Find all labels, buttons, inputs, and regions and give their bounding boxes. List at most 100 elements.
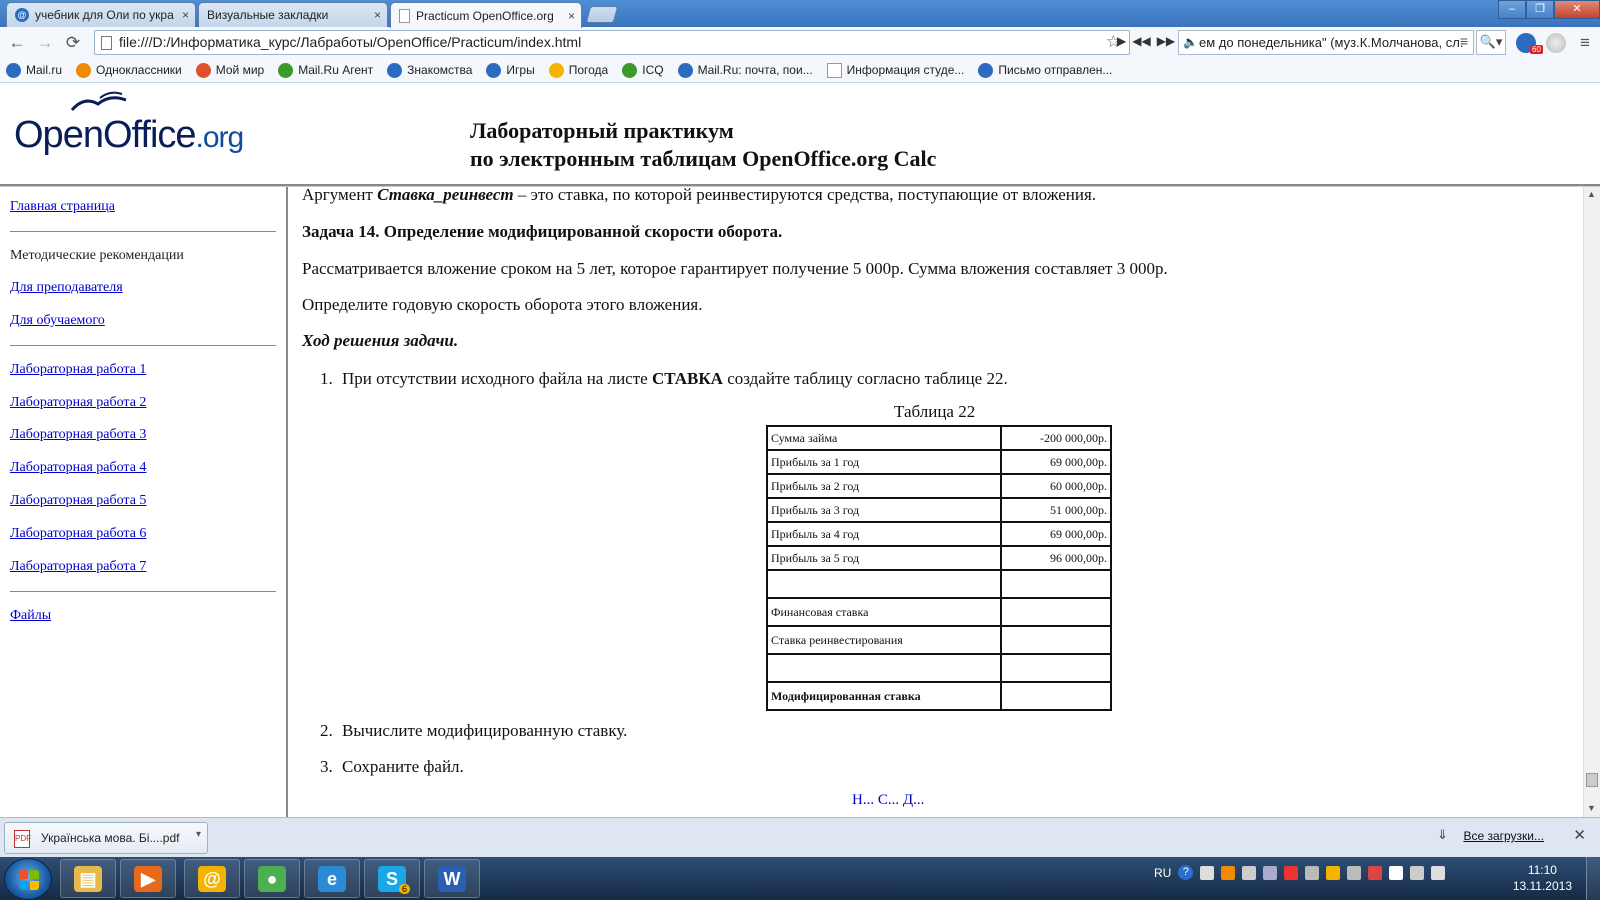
sidebar-link-teacher[interactable]: Для преподавателя bbox=[10, 280, 123, 296]
bookmark-item[interactable]: Mail.Ru Агент bbox=[278, 62, 373, 78]
new-tab-button[interactable] bbox=[585, 6, 619, 23]
address-bar[interactable]: file:///D:/Информатика_курс/Лабработы/Op… bbox=[94, 30, 1130, 55]
bookmark-item[interactable]: Mail.ru bbox=[6, 62, 62, 78]
minimize-button[interactable]: – bbox=[1498, 0, 1526, 19]
show-desktop-button[interactable] bbox=[1586, 857, 1600, 900]
bookmark-item[interactable]: Погода bbox=[548, 62, 609, 78]
sidebar-link-lab-5[interactable]: Лабораторная работа 5 bbox=[10, 493, 146, 509]
window-controls: – ❐ ✕ bbox=[1498, 0, 1600, 19]
sidebar-link-student[interactable]: Для обучаемого bbox=[10, 313, 105, 329]
tab-0[interactable]: @ учебник для Оли по укра × bbox=[6, 2, 196, 27]
text-span: создайте таблицу согласно таблице 22. bbox=[722, 369, 1008, 388]
sidebar-nav: Главная страница Методические рекомендац… bbox=[0, 187, 288, 817]
bookmark-icon bbox=[677, 62, 693, 78]
tray-icon[interactable] bbox=[1221, 865, 1236, 880]
tab-close-icon[interactable]: × bbox=[568, 9, 575, 23]
taskbar-app-media[interactable]: ▶ bbox=[120, 859, 176, 898]
forward-button[interactable]: → bbox=[34, 32, 56, 54]
bookmark-item[interactable]: Mail.Ru: почта, пои... bbox=[677, 62, 813, 78]
table-row: Финансовая ставка bbox=[766, 597, 1112, 627]
step-number: 1. bbox=[320, 369, 333, 388]
sidebar-link-lab-1[interactable]: Лабораторная работа 1 bbox=[10, 362, 146, 378]
download-item[interactable]: PDF Українська мова. Бі....pdf ▾ bbox=[4, 822, 208, 854]
argument-paragraph: Аргумент Ставка_реинвест – это ставка, п… bbox=[302, 185, 1096, 205]
sidebar-link-lab-6[interactable]: Лабораторная работа 6 bbox=[10, 526, 146, 542]
bookmark-label: Mail.Ru: почта, пои... bbox=[697, 63, 813, 77]
table-cell-label: Модифицированная ставка bbox=[766, 681, 1002, 711]
taskbar-app-chrome[interactable]: ● bbox=[244, 859, 300, 898]
bookmark-item[interactable]: Знакомства bbox=[387, 62, 472, 78]
table-cell-label: Прибыль за 1 год bbox=[766, 449, 1002, 475]
help-icon[interactable]: ? bbox=[1178, 865, 1194, 880]
all-downloads-link[interactable]: Все загрузки... bbox=[1463, 829, 1544, 843]
taskbar-app-mail-agent[interactable]: @ bbox=[184, 859, 240, 898]
now-playing-box[interactable]: 🔈 ем до понедельника" (муз.К.Молчанова, … bbox=[1178, 30, 1474, 55]
close-window-button[interactable]: ✕ bbox=[1554, 0, 1600, 19]
chevron-down-icon[interactable]: ▾ bbox=[196, 829, 201, 840]
wrench-icon[interactable]: ≡ bbox=[1574, 32, 1596, 54]
extension-icon[interactable] bbox=[1546, 33, 1566, 53]
bookmark-item[interactable]: Одноклассники bbox=[76, 62, 182, 78]
bookmark-icon bbox=[548, 62, 564, 78]
start-button[interactable] bbox=[4, 858, 52, 900]
tab-close-icon[interactable]: × bbox=[182, 8, 189, 22]
network-icon[interactable] bbox=[1410, 865, 1425, 880]
tab-1[interactable]: Визуальные закладки × bbox=[198, 2, 388, 27]
bookmark-item[interactable]: Мой мир bbox=[195, 62, 264, 78]
previous-icon[interactable]: ◀◀ bbox=[1132, 34, 1150, 48]
bookmark-item[interactable]: ICQ bbox=[622, 62, 664, 78]
flag-icon[interactable] bbox=[1389, 865, 1404, 880]
bookmark-item[interactable]: Информация студе... bbox=[826, 62, 964, 78]
reload-button[interactable]: ⟳ bbox=[62, 32, 84, 54]
download-filename: Українська мова. Бі....pdf bbox=[41, 831, 180, 845]
tray-icon[interactable] bbox=[1326, 865, 1341, 880]
tray-icon[interactable] bbox=[1284, 865, 1299, 880]
bluetooth-icon[interactable] bbox=[1242, 865, 1257, 880]
table-row bbox=[766, 653, 1112, 683]
sidebar-link-lab-4[interactable]: Лабораторная работа 4 bbox=[10, 460, 146, 476]
sidebar-link-lab-2[interactable]: Лабораторная работа 2 bbox=[10, 395, 146, 411]
speaker-icon: 🔈 bbox=[1183, 35, 1198, 49]
close-icon[interactable]: ✕ bbox=[1573, 826, 1586, 844]
scroll-thumb[interactable] bbox=[1586, 773, 1598, 787]
bookmark-item[interactable]: Игры bbox=[486, 62, 535, 78]
ie-icon: e bbox=[318, 866, 346, 892]
menu-icon[interactable]: ≡ bbox=[1460, 33, 1468, 49]
tab-2[interactable]: Practicum OpenOffice.org × bbox=[390, 2, 582, 28]
play-icon[interactable]: ▶ bbox=[1117, 34, 1126, 48]
sidebar-link-lab-7[interactable]: Лабораторная работа 7 bbox=[10, 559, 146, 575]
clock[interactable]: 11:10 13.11.2013 bbox=[1513, 862, 1572, 894]
sidebar-link-files[interactable]: Файлы bbox=[10, 608, 51, 624]
taskbar-app-ie[interactable]: e bbox=[304, 859, 360, 898]
table-cell-label: Прибыль за 2 год bbox=[766, 473, 1002, 499]
step-number: 3. bbox=[320, 757, 333, 776]
table-row: Модифицированная ставка bbox=[766, 681, 1112, 711]
table-row: Прибыль за 5 год 96 000,00р. bbox=[766, 545, 1112, 571]
tray-icon[interactable] bbox=[1200, 865, 1215, 880]
tray-icon[interactable] bbox=[1368, 865, 1383, 880]
next-icon[interactable]: ▶▶ bbox=[1157, 34, 1175, 48]
page-navigation[interactable]: Н... С... Д... bbox=[852, 792, 924, 809]
tray-icon[interactable] bbox=[1347, 865, 1362, 880]
bookmark-label: Погода bbox=[568, 63, 609, 77]
search-icon[interactable]: 🔍▾ bbox=[1476, 30, 1506, 55]
text-span: Аргумент bbox=[302, 185, 378, 204]
tray-icon[interactable] bbox=[1263, 865, 1278, 880]
table-cell-value: 60 000,00р. bbox=[1000, 473, 1112, 499]
vertical-scrollbar[interactable]: ▲ ▼ bbox=[1583, 187, 1600, 817]
volume-icon[interactable] bbox=[1431, 865, 1446, 880]
pdf-icon: PDF bbox=[14, 830, 31, 848]
tray-icon[interactable] bbox=[1305, 865, 1320, 880]
maximize-button[interactable]: ❐ bbox=[1526, 0, 1554, 19]
language-indicator[interactable]: RU bbox=[1154, 866, 1171, 880]
back-button[interactable]: ← bbox=[6, 32, 28, 54]
bookmark-item[interactable]: Письмо отправлен... bbox=[978, 62, 1112, 78]
taskbar-app-skype[interactable]: S6 bbox=[364, 859, 420, 898]
sidebar-link-lab-3[interactable]: Лабораторная работа 3 bbox=[10, 427, 146, 443]
sidebar-link-home[interactable]: Главная страница bbox=[10, 199, 115, 215]
taskbar-app-explorer[interactable]: ▤ bbox=[60, 859, 116, 898]
scroll-down-icon[interactable]: ▼ bbox=[1587, 803, 1596, 813]
tab-close-icon[interactable]: × bbox=[374, 8, 381, 22]
taskbar-app-word[interactable]: W bbox=[424, 859, 480, 898]
scroll-up-icon[interactable]: ▲ bbox=[1587, 189, 1596, 199]
